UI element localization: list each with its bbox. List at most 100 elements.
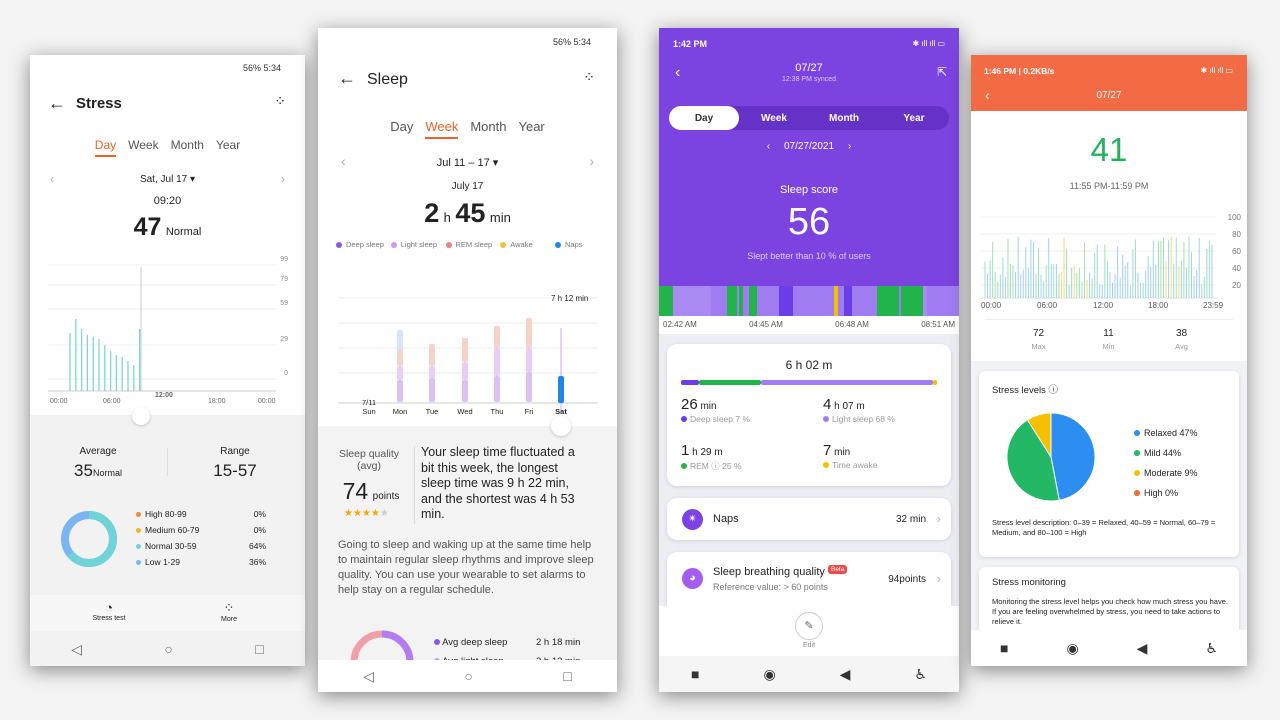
stage-stat-value: 1 h 29 m — [681, 442, 742, 460]
tab-month[interactable]: Month — [171, 138, 204, 152]
nav-home-icon[interactable]: ◉ — [763, 666, 775, 683]
stage-swatch — [823, 462, 829, 468]
header-date: 07/27 — [795, 62, 823, 74]
next-arrow-icon[interactable]: › — [281, 172, 285, 186]
x-tick-label: 12:00 — [155, 392, 173, 399]
legend-row: Low 1-29 36% — [136, 557, 266, 567]
x-tick-label: 18:00 — [1148, 301, 1169, 310]
next-arrow-icon[interactable]: › — [589, 153, 594, 169]
tab-day[interactable]: Day — [94, 138, 117, 157]
day-date — [450, 398, 480, 407]
nav-back-icon[interactable]: ◁ — [71, 641, 82, 658]
back-arrow-icon[interactable]: ← — [48, 93, 66, 114]
nav-back-icon[interactable]: ◁ — [363, 668, 374, 685]
legend-label: Deep sleep — [346, 240, 384, 249]
sleep-screen: 56% 5:34 ← Sleep ⁘ Day Week Month Year ‹ Ju… — [318, 28, 617, 692]
legend-swatch — [1134, 490, 1140, 496]
breathing-quality-row[interactable]: ◕ Sleep breathing quality Beta Reference… — [667, 552, 951, 606]
prev-chevron-icon[interactable]: ‹ — [767, 141, 770, 152]
stage-stat-label: Time awake — [823, 460, 878, 470]
y-tick-label: 99 — [280, 256, 288, 263]
tab-year[interactable]: Year — [879, 106, 949, 130]
proportion-segment — [933, 380, 937, 385]
nav-back-icon[interactable]: ◀ — [840, 666, 851, 683]
legend-label: REM sleep — [455, 240, 493, 249]
period-tabs: Day Week Month Year — [30, 138, 305, 157]
tab-month[interactable]: Month — [809, 106, 879, 130]
tab-year[interactable]: Year — [518, 119, 544, 134]
edit-icon[interactable]: ✎ — [795, 612, 823, 640]
tab-week[interactable]: Week — [128, 138, 158, 152]
tab-month[interactable]: Month — [470, 119, 506, 134]
x-tick-label: 18:00 — [208, 398, 226, 405]
legend-row: High 0% — [1134, 483, 1198, 503]
sleep-bar-segment — [462, 362, 468, 380]
date-label[interactable]: Sat, Jul 17 — [140, 174, 187, 185]
day-date — [514, 398, 544, 407]
range-label: Range — [220, 446, 250, 457]
naps-row[interactable]: ✴ Naps 32 min › — [667, 498, 951, 540]
tab-week[interactable]: Week — [739, 106, 809, 130]
x-tick-label: 23:59 — [1203, 301, 1224, 310]
sleep-duration: 2 h 45 min — [424, 198, 511, 228]
chart-slider-handle[interactable] — [551, 416, 571, 436]
sleep-bar-segment — [526, 318, 532, 348]
next-chevron-icon[interactable]: › — [848, 141, 851, 152]
time-tick-label: 04:45 AM — [749, 320, 783, 329]
total-sleep: 6 h 02 m — [785, 358, 833, 372]
page-title: Sleep — [367, 71, 408, 88]
range-value: 15-57 — [213, 461, 257, 480]
legend-swatch — [136, 528, 141, 533]
nav-recents-icon[interactable]: □ — [255, 641, 263, 657]
nav-recents-icon[interactable]: ■ — [1000, 640, 1008, 656]
day-weekday: Tue — [425, 407, 439, 416]
more-label: More — [221, 616, 237, 623]
quality-label: Sleep quality (avg) — [338, 448, 400, 472]
naps-value: 32 min — [895, 514, 926, 525]
page-title: Stress — [76, 95, 122, 112]
y-tick-label: 59 — [280, 300, 288, 307]
more-dots-icon[interactable]: ⁘ — [583, 69, 595, 86]
stage-swatch — [823, 416, 829, 422]
nav-recents-icon[interactable]: □ — [563, 668, 571, 684]
chart-slider-handle[interactable] — [132, 407, 150, 425]
avg-deep-value: 2 h 18 min — [536, 637, 581, 648]
tab-day[interactable]: Day — [669, 106, 739, 130]
back-arrow-icon[interactable]: ← — [338, 68, 356, 89]
stage-segment — [673, 286, 711, 316]
max-value: 72 — [1032, 328, 1045, 339]
nav-back-icon[interactable]: ◀ — [1137, 640, 1148, 657]
legend-item: REM sleep — [445, 240, 498, 249]
reading-time: 09:20 — [153, 195, 182, 207]
nav-home-icon[interactable]: ○ — [464, 668, 472, 684]
average-label: Average — [79, 446, 117, 457]
legend-row: Relaxed 47% — [1134, 423, 1198, 443]
stage-segment — [739, 286, 743, 316]
y-tick-label: 0 — [284, 370, 288, 377]
stress-day-chart: 100 80 60 40 20 — [981, 213, 1242, 299]
accessibility-icon[interactable]: ♿ — [1205, 640, 1218, 657]
legend-row: Normal 30-59 64% — [136, 541, 266, 551]
accessibility-icon[interactable]: ♿ — [914, 666, 927, 683]
legend-percent: 0% — [253, 509, 266, 519]
tab-year[interactable]: Year — [216, 138, 240, 152]
stress-test-button[interactable]: ◔ Stress test — [80, 600, 138, 622]
sleep-bar-segment — [397, 330, 403, 350]
weekly-summary: Your sleep time fluctuated a bit this we… — [421, 445, 575, 521]
chevron-right-icon: › — [936, 571, 941, 586]
grid-dots-icon: ⁘ — [223, 600, 235, 615]
nav-home-icon[interactable]: ◉ — [1066, 640, 1078, 657]
avg-deep-label: Avg deep sleep — [442, 637, 508, 648]
more-button[interactable]: ⁘ More — [200, 600, 258, 623]
week-range[interactable]: Jul 11 – 17 — [437, 157, 490, 169]
tab-week[interactable]: Week — [425, 119, 459, 139]
share-icon[interactable]: ⇱ — [937, 65, 947, 79]
tab-day[interactable]: Day — [390, 119, 413, 134]
nav-recents-icon[interactable]: ■ — [691, 666, 699, 682]
y-tick-label: 100 — [1228, 213, 1242, 222]
sleep-bar-segment — [526, 348, 532, 372]
more-dots-icon[interactable]: ⁘ — [274, 93, 286, 110]
day-date: 7/11 — [361, 398, 377, 407]
stage-stat-label: Light sleep 68 % — [823, 414, 895, 424]
nav-home-icon[interactable]: ○ — [164, 641, 172, 657]
